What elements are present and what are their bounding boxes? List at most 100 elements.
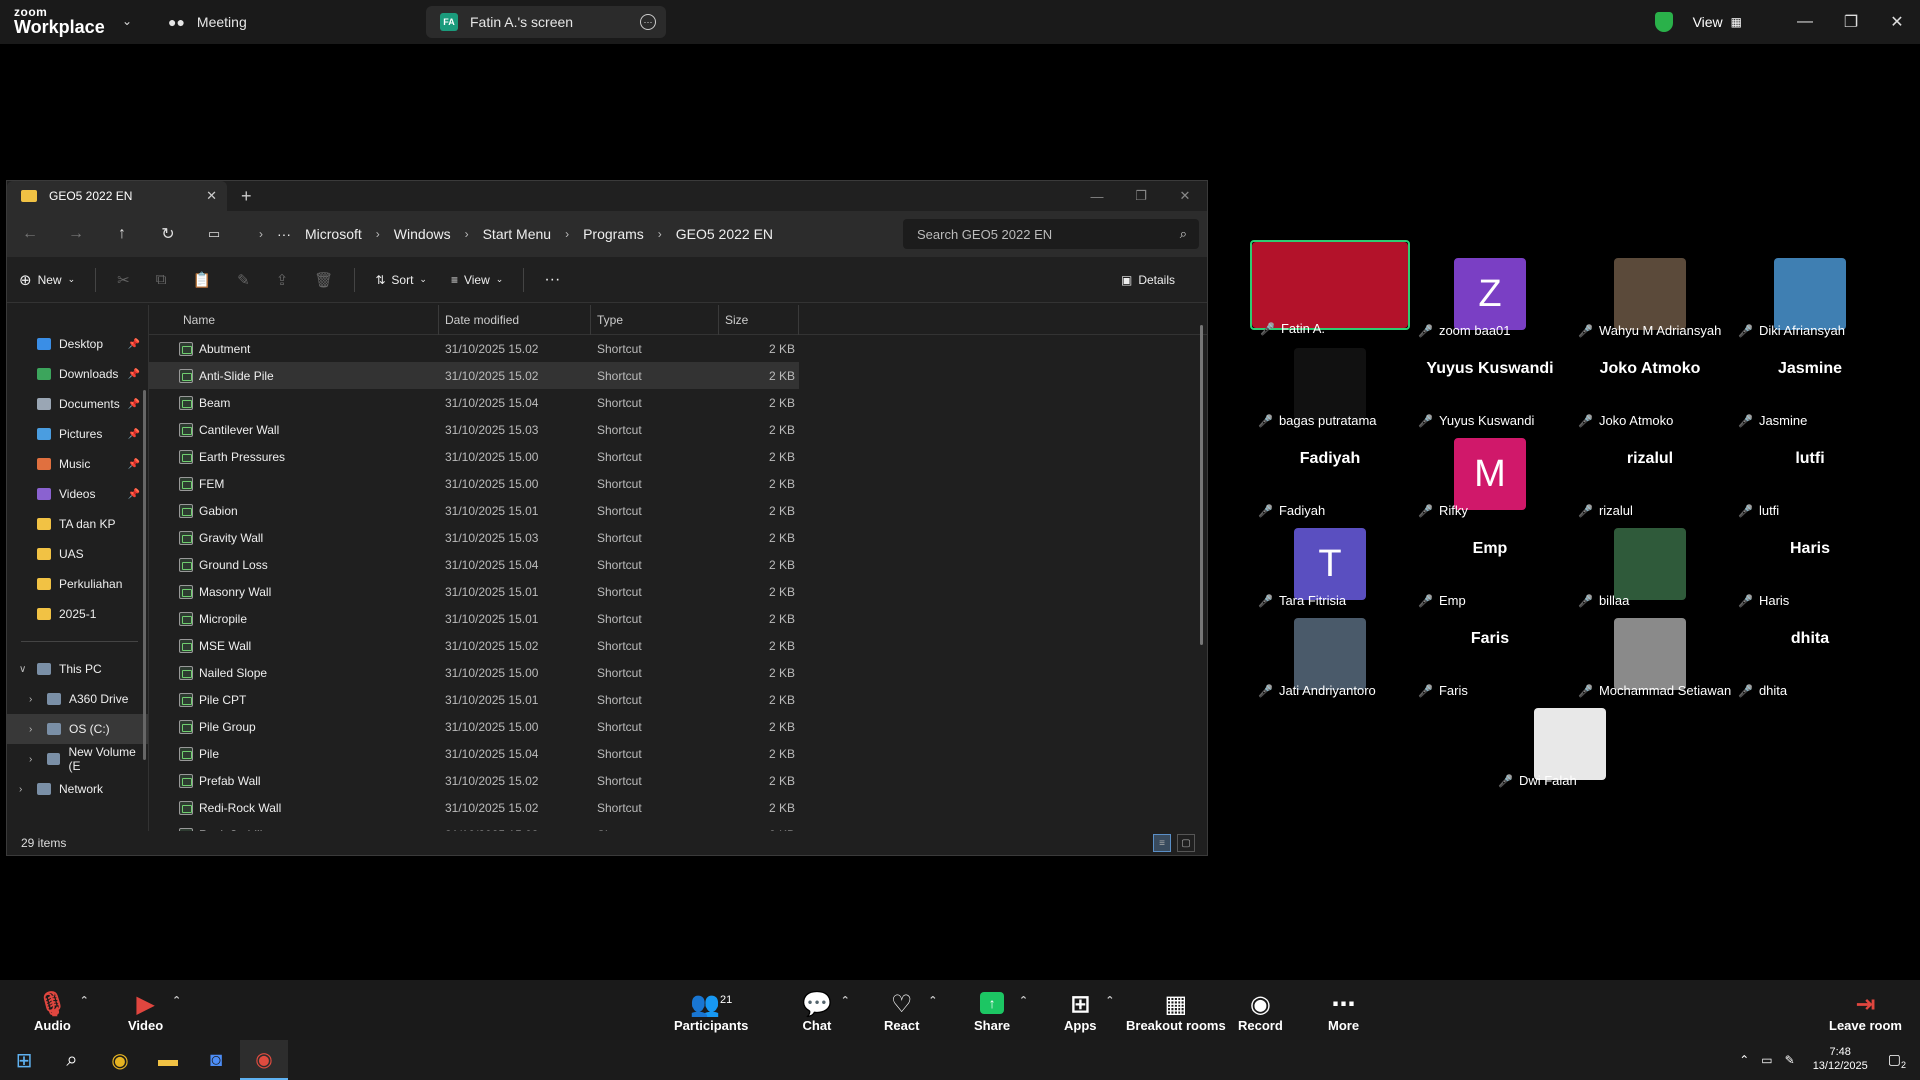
tab-meeting[interactable]: ●● Meeting (168, 6, 247, 38)
participant-tile[interactable]: rizalul 🎤 rizalul (1570, 420, 1730, 518)
file-row[interactable]: Beam 31/10/2025 15.04 Shortcut 2 KB (149, 389, 1207, 416)
details-view-icon[interactable]: ≡ (1153, 834, 1171, 852)
see-more-icon[interactable]: ··· (532, 271, 572, 289)
breakout-rooms-button[interactable]: ▦ Breakout rooms (1126, 990, 1226, 1033)
clock[interactable]: 7:48 13/12/2025 (1813, 1046, 1868, 1074)
search-taskbar-icon[interactable]: ⌕ (48, 1040, 96, 1080)
forward-icon[interactable]: → (53, 225, 99, 243)
cut-icon[interactable]: ✂ (104, 271, 143, 289)
file-row[interactable]: Pile Group 31/10/2025 15.00 Shortcut 2 K… (149, 713, 1207, 740)
explorer-maximize-icon[interactable]: ❐ (1119, 188, 1163, 204)
file-row[interactable]: Gabion 31/10/2025 15.01 Shortcut 2 KB (149, 497, 1207, 524)
breadcrumb-windows[interactable]: Windows (394, 226, 451, 242)
new-tab-icon[interactable]: + (241, 186, 252, 207)
close-icon[interactable]: ✕ (1874, 12, 1920, 32)
file-row[interactable]: Prefab Wall 31/10/2025 15.02 Shortcut 2 … (149, 767, 1207, 794)
up-icon[interactable]: ↑ (99, 225, 145, 243)
start-icon[interactable]: ⊞ (0, 1040, 48, 1080)
back-icon[interactable]: ← (7, 225, 53, 243)
chat-button[interactable]: 💬 Chat ⌃ (802, 990, 850, 1033)
nav-scrollbar[interactable] (143, 390, 146, 760)
security-shield-icon[interactable] (1654, 12, 1673, 32)
participant-tile[interactable]: Haris 🎤 Haris (1730, 510, 1890, 608)
file-row[interactable]: Gravity Wall 31/10/2025 15.03 Shortcut 2… (149, 524, 1207, 551)
participant-tile[interactable]: dhita 🎤 dhita (1730, 600, 1890, 698)
participant-tile[interactable]: Fadiyah 🎤 Fadiyah (1250, 420, 1410, 518)
file-explorer-icon[interactable]: ▬ (144, 1040, 192, 1080)
participant-tile[interactable]: 🎤 Diki Afriansyah (1730, 240, 1890, 338)
participant-tile[interactable]: Z 🎤 zoom baa01 (1410, 240, 1570, 338)
nav-tree-item[interactable]: ∨ This PC (7, 654, 148, 684)
file-row[interactable]: Anti-Slide Pile 31/10/2025 15.02 Shortcu… (149, 362, 799, 389)
close-tab-icon[interactable]: ✕ (206, 188, 217, 204)
column-name[interactable]: Name (149, 305, 439, 335)
view-button[interactable]: View ▦ (1693, 14, 1742, 30)
video-button[interactable]: ▶ Video ⌃ (128, 990, 181, 1033)
notification-icon[interactable]: ▢2 (1888, 1051, 1906, 1070)
participant-tile[interactable]: 🎤 Fatin A. (1250, 240, 1410, 336)
file-row[interactable]: Masonry Wall 31/10/2025 15.01 Shortcut 2… (149, 578, 1207, 605)
more-icon[interactable]: ··· (640, 14, 656, 30)
pen-icon[interactable]: ✎ (1785, 1053, 1795, 1067)
participant-tile[interactable]: T 🎤 Tara Fitrisia (1250, 510, 1410, 608)
tiles-view-icon[interactable]: ▢ (1177, 834, 1195, 852)
file-row[interactable]: Redi-Rock Wall 31/10/2025 15.02 Shortcut… (149, 794, 1207, 821)
apps-button[interactable]: ⊞ Apps ⌃ (1064, 990, 1115, 1033)
participant-tile[interactable]: Jasmine 🎤 Jasmine (1730, 330, 1890, 428)
minimize-icon[interactable]: — (1782, 13, 1828, 31)
computer-icon[interactable]: ▭ (191, 226, 237, 242)
nav-tree-item[interactable]: › Network (7, 774, 148, 804)
scrollbar[interactable] (1200, 325, 1203, 645)
react-button[interactable]: ♡ React ⌃ (884, 990, 937, 1033)
participant-tile[interactable]: 🎤 Mochammad Setiawan (1570, 600, 1731, 698)
details-button[interactable]: ▣ Details (1109, 273, 1187, 287)
nav-tree-item[interactable]: › A360 Drive (7, 684, 148, 714)
chrome-icon[interactable]: ◉ (96, 1040, 144, 1080)
participant-tile[interactable]: 🎤 Dwi Falah (1490, 690, 1650, 788)
network-icon[interactable]: ▭ (1761, 1053, 1772, 1067)
search-input[interactable]: Search GEO5 2022 EN ⌕ (903, 219, 1199, 249)
restore-icon[interactable]: ❐ (1828, 12, 1874, 32)
zoom-menu-chevron-icon[interactable]: ⌄ (122, 14, 132, 28)
file-row[interactable]: FEM 31/10/2025 15.00 Shortcut 2 KB (149, 470, 1207, 497)
refresh-icon[interactable]: ↻ (145, 224, 191, 244)
participant-tile[interactable]: Joko Atmoko 🎤 Joko Atmoko (1570, 330, 1730, 428)
paste-icon[interactable]: 📋 (179, 271, 224, 289)
tray-chevron-icon[interactable]: ⌃ (1739, 1053, 1749, 1067)
nav-item[interactable]: Pictures 📌 (7, 419, 148, 449)
explorer-minimize-icon[interactable]: — (1075, 189, 1119, 204)
participant-tile[interactable]: Yuyus Kuswandi 🎤 Yuyus Kuswandi (1410, 330, 1570, 428)
nav-item[interactable]: Perkuliahan (7, 569, 148, 599)
tab-shared-screen[interactable]: FA Fatin A.'s screen ··· (426, 6, 666, 38)
nav-tree-item[interactable]: › New Volume (E (7, 744, 148, 774)
file-row[interactable]: Earth Pressures 31/10/2025 15.00 Shortcu… (149, 443, 1207, 470)
nav-item[interactable]: Downloads 📌 (7, 359, 148, 389)
nav-item[interactable]: UAS (7, 539, 148, 569)
new-button[interactable]: ⊕ New ⌄ (7, 271, 87, 289)
expand-icon[interactable]: ∨ (19, 664, 26, 675)
file-row[interactable]: Pile 31/10/2025 15.04 Shortcut 2 KB (149, 740, 1207, 767)
nav-tree-item[interactable]: › OS (C:) (7, 714, 148, 744)
file-row[interactable]: Abutment 31/10/2025 15.02 Shortcut 2 KB (149, 335, 1207, 362)
file-row[interactable]: Ground Loss 31/10/2025 15.04 Shortcut 2 … (149, 551, 1207, 578)
leave-room-button[interactable]: ⇥ Leave room (1829, 990, 1902, 1033)
nav-item[interactable]: 2025-1 (7, 599, 148, 629)
breadcrumb-start-menu[interactable]: Start Menu (483, 226, 551, 242)
breadcrumb-geo5[interactable]: GEO5 2022 EN (676, 226, 773, 242)
more-button[interactable]: ⋯ More (1328, 990, 1359, 1033)
file-row[interactable]: Nailed Slope 31/10/2025 15.00 Shortcut 2… (149, 659, 1207, 686)
breadcrumb-programs[interactable]: Programs (583, 226, 644, 242)
sort-button[interactable]: ⇅ Sort ⌄ (363, 273, 439, 287)
file-row[interactable]: Pile CPT 31/10/2025 15.01 Shortcut 2 KB (149, 686, 1207, 713)
participant-tile[interactable]: 🎤 Wahyu M Adriansyah (1570, 240, 1730, 338)
nav-item[interactable]: TA dan KP (7, 509, 148, 539)
participant-tile[interactable]: Faris 🎤 Faris (1410, 600, 1570, 698)
column-size[interactable]: Size (719, 305, 799, 335)
chrome-active-icon[interactable]: ◉ (240, 1040, 288, 1080)
delete-icon[interactable]: 🗑 (301, 271, 346, 289)
participant-tile[interactable]: Emp 🎤 Emp (1410, 510, 1570, 608)
file-row[interactable]: Cantilever Wall 31/10/2025 15.03 Shortcu… (149, 416, 1207, 443)
share-button[interactable]: ↑ Share ⌃ (974, 990, 1028, 1033)
column-type[interactable]: Type (591, 305, 719, 335)
nav-item[interactable]: Videos 📌 (7, 479, 148, 509)
